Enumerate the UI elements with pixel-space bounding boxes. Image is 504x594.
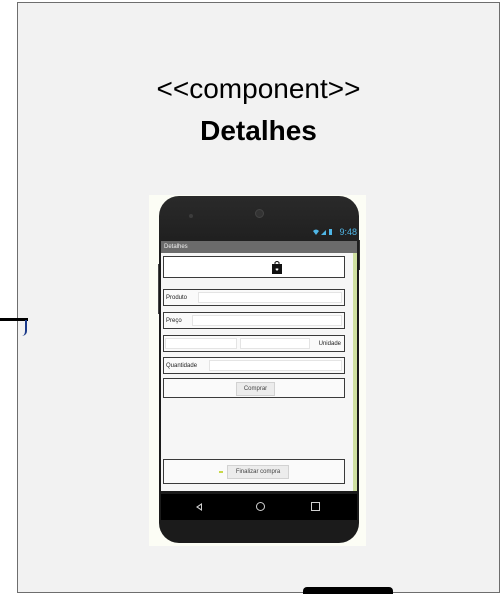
preco-label: Preço — [166, 317, 182, 324]
phone-mockup: 9:48 Detalhes Produto Preço Unidade Quan… — [159, 196, 359, 543]
produto-label: Produto — [166, 294, 188, 301]
back-icon[interactable] — [196, 503, 202, 511]
comprar-button[interactable]: Comprar — [236, 382, 275, 396]
header-image-row — [163, 256, 345, 278]
home-icon[interactable] — [256, 502, 265, 511]
battery-icon — [328, 229, 332, 235]
produto-input[interactable] — [198, 292, 342, 303]
preco-input[interactable] — [192, 315, 342, 326]
unidade-label: Unidade — [318, 340, 341, 347]
app-screen: Produto Preço Unidade Quantidade Comprar… — [161, 253, 357, 491]
status-icons — [312, 227, 337, 237]
signal-icon — [320, 230, 326, 235]
finalizar-compra-button[interactable]: Finalizar compra — [227, 465, 289, 479]
preco-row: Preço — [163, 312, 345, 329]
component-name: Detalhes — [200, 115, 317, 146]
phone-camera — [255, 209, 264, 218]
unidade-row: Unidade — [163, 335, 345, 352]
comprar-row: Comprar — [163, 378, 345, 398]
scroll-rail[interactable] — [353, 253, 357, 491]
finalizar-row: Finalizar compra — [163, 459, 345, 484]
bottom-connector-tab — [303, 587, 393, 594]
shopping-bag-icon — [272, 261, 282, 274]
produto-row: Produto — [163, 289, 345, 306]
phone-speaker — [189, 214, 193, 218]
navigation-bar — [161, 494, 357, 520]
connector-hook — [22, 320, 27, 336]
recent-apps-icon[interactable] — [311, 502, 320, 511]
status-bar: 9:48 — [161, 226, 357, 238]
unit-quantity-input[interactable] — [165, 338, 237, 349]
component-stereotype: <<component>> — [156, 73, 361, 104]
quantidade-input[interactable] — [209, 360, 342, 371]
app-title-bar: Detalhes — [161, 241, 357, 253]
quantidade-label: Quantidade — [166, 362, 198, 369]
quantidade-row: Quantidade — [163, 357, 345, 374]
unit-value-input[interactable] — [240, 338, 310, 349]
wifi-icon — [312, 229, 319, 235]
status-time: 9:48 — [339, 227, 357, 237]
finalizar-indicator-icon — [219, 471, 223, 473]
